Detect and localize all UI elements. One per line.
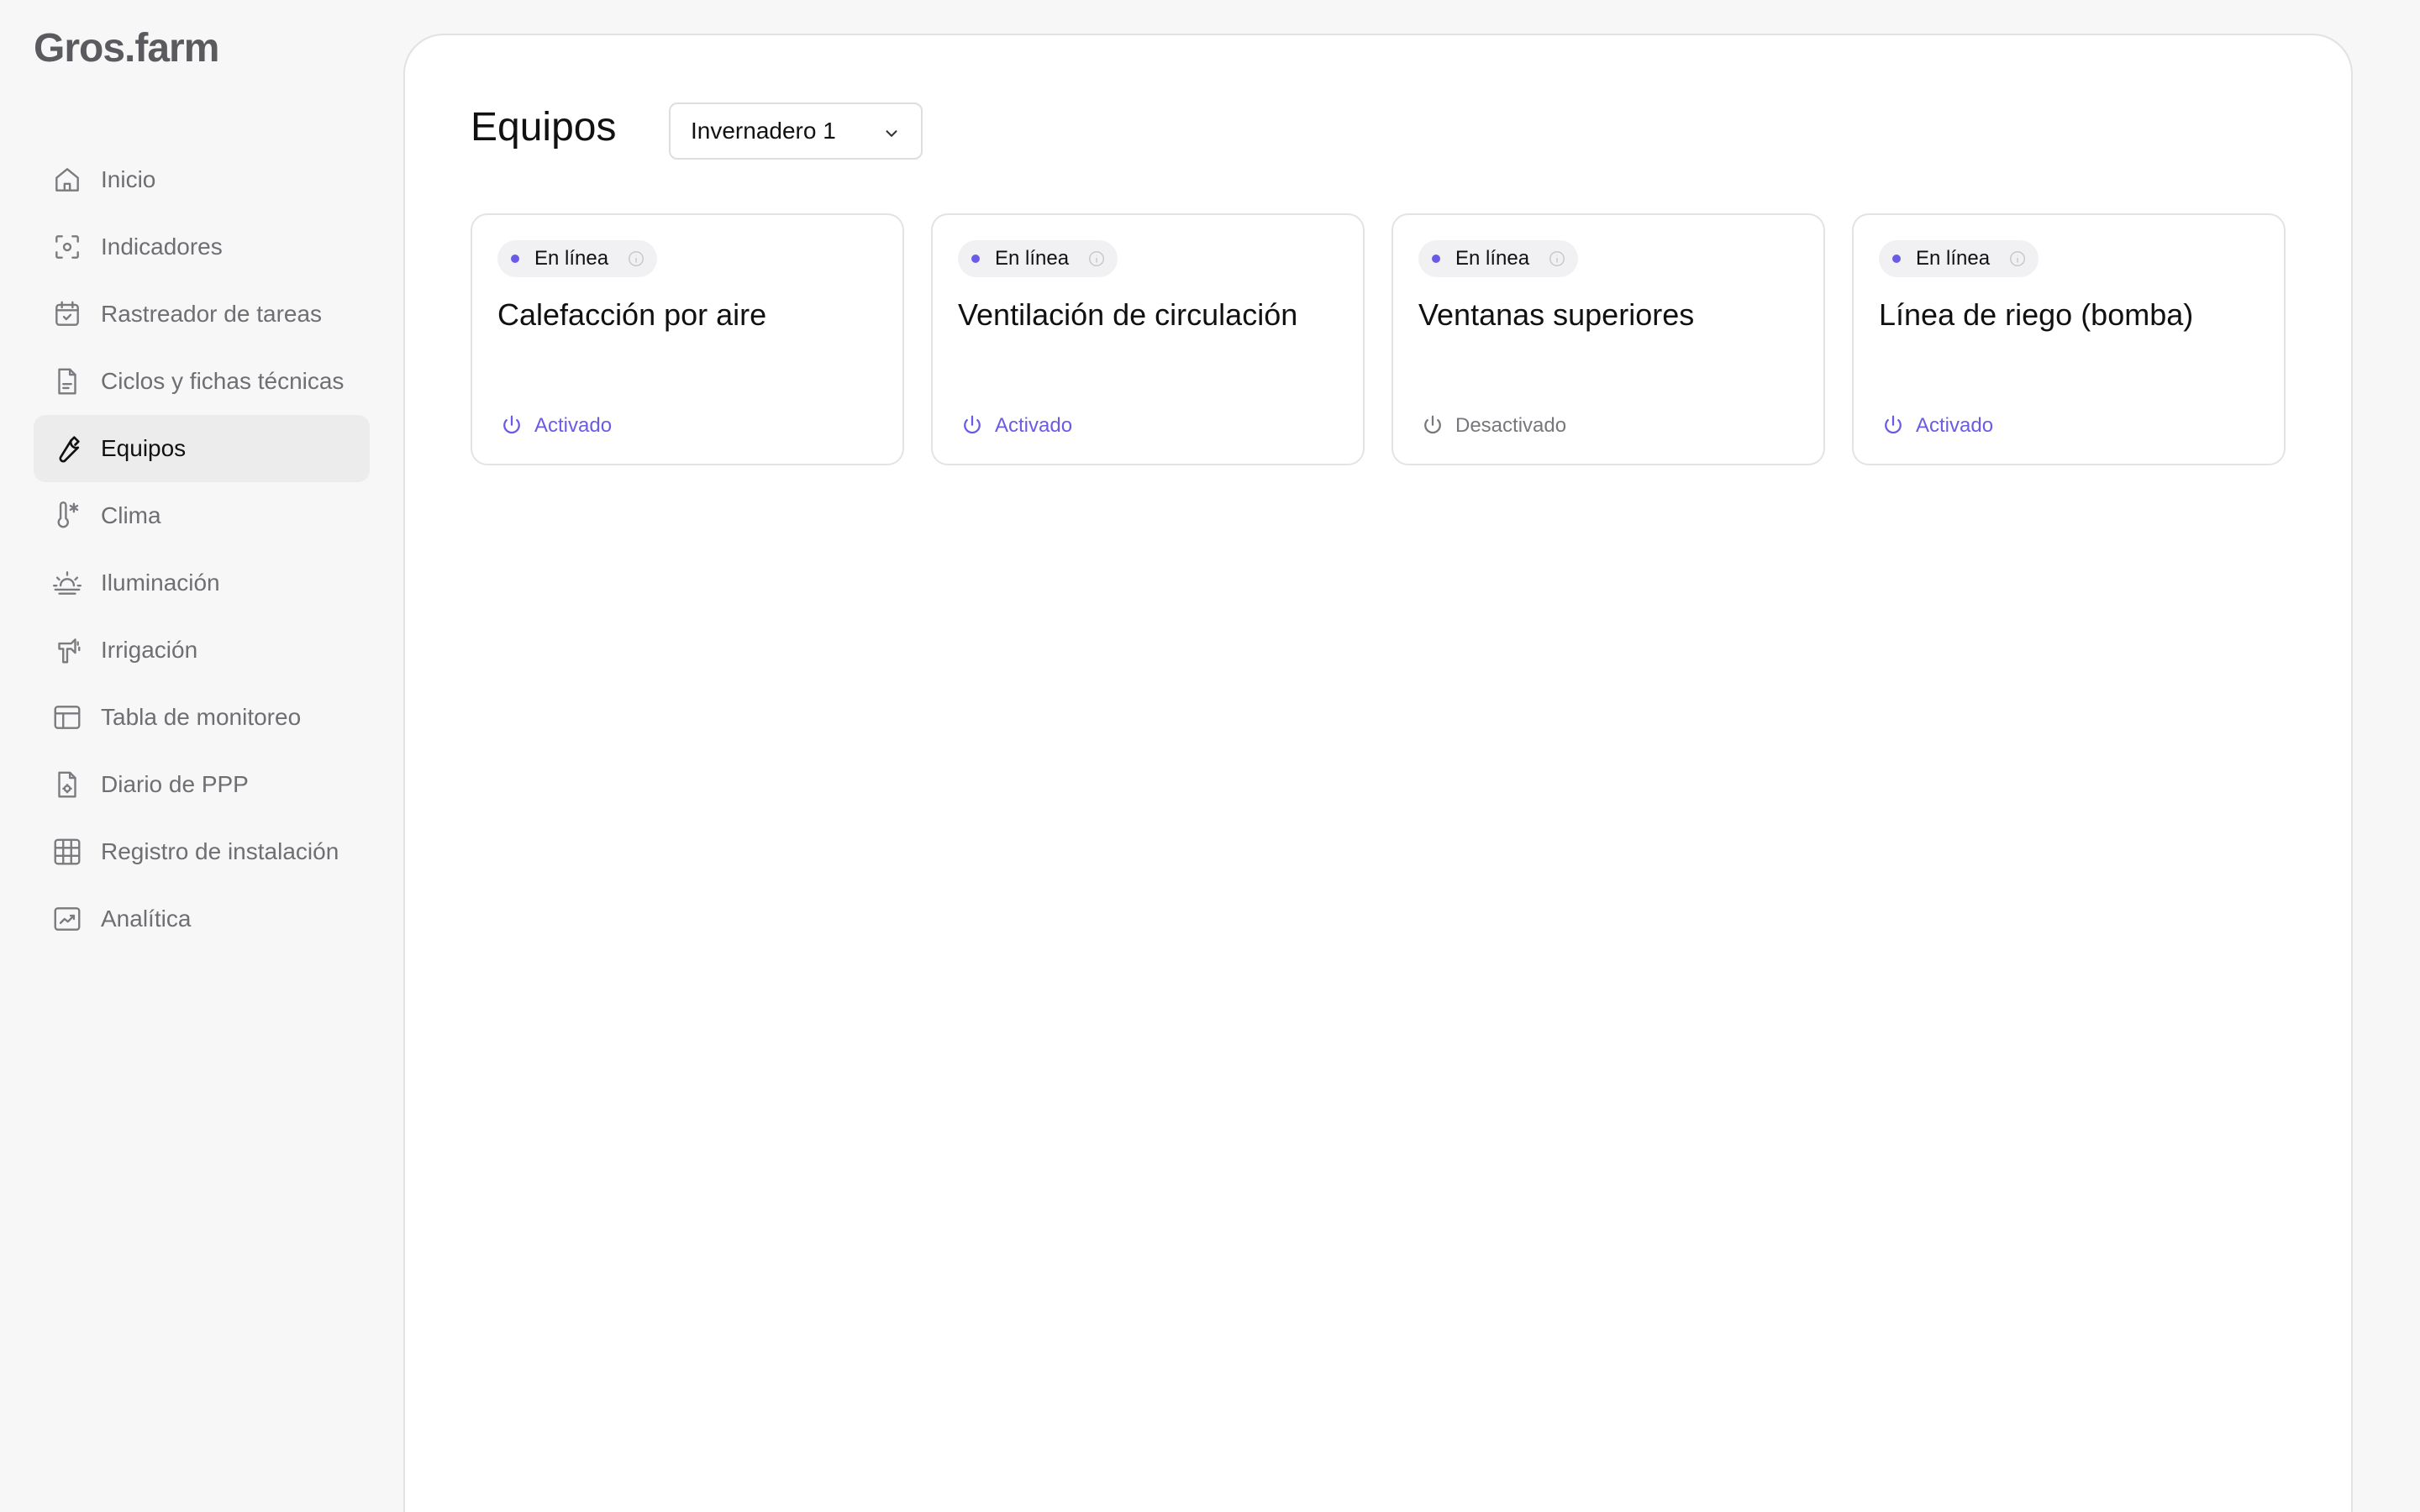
sidebar-item-inicio[interactable]: Inicio <box>34 146 370 213</box>
status-badge: En línea <box>958 240 1118 277</box>
equipment-name: Línea de riego (bomba) <box>1879 297 2194 332</box>
equipment-card[interactable]: En línea Línea de riego (bomba) Activado <box>1852 213 2286 465</box>
equipment-name: Ventanas superiores <box>1418 297 1695 332</box>
status-dot <box>511 255 519 263</box>
file-gear-icon <box>50 768 84 801</box>
power-label: Desactivado <box>1455 414 1567 437</box>
sidebar-item-label: Registro de instalación <box>101 838 339 864</box>
power-icon <box>1420 413 1445 438</box>
main-panel: Equipos Invernadero 1 En línea Calefacci… <box>403 34 2353 1512</box>
sidebar-nav: Inicio Indicadores Rastreador de tareas … <box>34 146 370 953</box>
info-icon[interactable] <box>2008 249 2027 268</box>
sidebar-item-analitica[interactable]: Analítica <box>34 885 370 953</box>
equipment-name: Calefacción por aire <box>497 297 767 332</box>
sidebar-item-label: Inicio <box>101 166 156 192</box>
logo[interactable]: Gros.farm <box>34 25 219 71</box>
sidebar-item-label: Irrigación <box>101 637 198 663</box>
sidebar-item-label: Iluminación <box>101 570 220 596</box>
thermometer-icon <box>50 499 84 533</box>
power-icon <box>960 413 985 438</box>
document-icon <box>50 365 84 398</box>
status-badge: En línea <box>497 240 658 277</box>
greenhouse-select[interactable]: Invernadero 1 <box>669 102 923 160</box>
equipment-cards: En línea Calefacción por aire Activado E <box>471 213 2286 465</box>
status-dot <box>1892 255 1901 263</box>
status-label: En línea <box>995 247 1070 270</box>
calendar-check-icon <box>50 297 84 331</box>
power-icon <box>499 413 524 438</box>
sidebar-item-label: Clima <box>101 502 161 528</box>
sunrise-icon <box>50 566 84 600</box>
power-icon <box>1881 413 1906 438</box>
equipment-name: Ventilación de circulación <box>958 297 1298 332</box>
sidebar: Gros.farm Inicio Indicadores Rastreador … <box>0 0 403 1512</box>
sidebar-item-label: Indicadores <box>101 234 223 260</box>
info-icon[interactable] <box>1548 249 1566 268</box>
sidebar-item-rastreador[interactable]: Rastreador de tareas <box>34 281 370 348</box>
wrench-icon <box>50 432 84 465</box>
status-label: En línea <box>534 247 609 270</box>
sprinkler-icon <box>50 633 84 667</box>
sidebar-item-label: Rastreador de tareas <box>101 301 323 327</box>
power-label: Activado <box>534 414 613 437</box>
sidebar-item-iluminacion[interactable]: Iluminación <box>34 549 370 617</box>
app-root: Gros.farm Inicio Indicadores Rastreador … <box>0 0 2420 1512</box>
sidebar-item-ciclos[interactable]: Ciclos y fichas técnicas <box>34 348 370 415</box>
info-icon[interactable] <box>1087 249 1106 268</box>
sidebar-item-label: Equipos <box>101 435 187 461</box>
power-state[interactable]: Activado <box>1881 413 1993 438</box>
status-dot <box>1432 255 1440 263</box>
greenhouse-select-value: Invernadero 1 <box>691 118 836 144</box>
sidebar-item-equipos[interactable]: Equipos <box>34 415 370 482</box>
sidebar-item-clima[interactable]: Clima <box>34 482 370 549</box>
power-label: Activado <box>995 414 1073 437</box>
info-icon[interactable] <box>627 249 645 268</box>
status-badge: En línea <box>1418 240 1579 277</box>
sidebar-item-irrigacion[interactable]: Irrigación <box>34 617 370 684</box>
grid-icon <box>50 835 84 869</box>
chart-icon <box>50 902 84 936</box>
table-icon <box>50 701 84 734</box>
page-title: Equipos <box>471 105 617 150</box>
equipment-card[interactable]: En línea Ventanas superiores Desactivado <box>1392 213 1825 465</box>
home-icon <box>50 163 84 197</box>
sensor-icon <box>50 230 84 264</box>
sidebar-item-tabla-monitoreo[interactable]: Tabla de monitoreo <box>34 684 370 751</box>
power-label: Activado <box>1916 414 1994 437</box>
equipment-card[interactable]: En línea Calefacción por aire Activado <box>471 213 904 465</box>
status-label: En línea <box>1916 247 1991 270</box>
status-badge: En línea <box>1879 240 2039 277</box>
sidebar-item-label: Analítica <box>101 906 192 932</box>
equipment-card[interactable]: En línea Ventilación de circulación Acti… <box>931 213 1365 465</box>
power-state[interactable]: Activado <box>960 413 1072 438</box>
power-state[interactable]: Activado <box>499 413 612 438</box>
sidebar-item-diario-ppp[interactable]: Diario de PPP <box>34 751 370 818</box>
status-dot <box>971 255 980 263</box>
sidebar-item-indicadores[interactable]: Indicadores <box>34 213 370 281</box>
sidebar-item-label: Ciclos y fichas técnicas <box>101 368 345 394</box>
sidebar-item-label: Diario de PPP <box>101 771 249 797</box>
sidebar-item-registro-instalacion[interactable]: Registro de instalación <box>34 818 370 885</box>
sidebar-item-label: Tabla de monitoreo <box>101 704 302 730</box>
chevron-down-icon <box>882 122 901 140</box>
power-state[interactable]: Desactivado <box>1420 413 1566 438</box>
status-label: En línea <box>1455 247 1530 270</box>
